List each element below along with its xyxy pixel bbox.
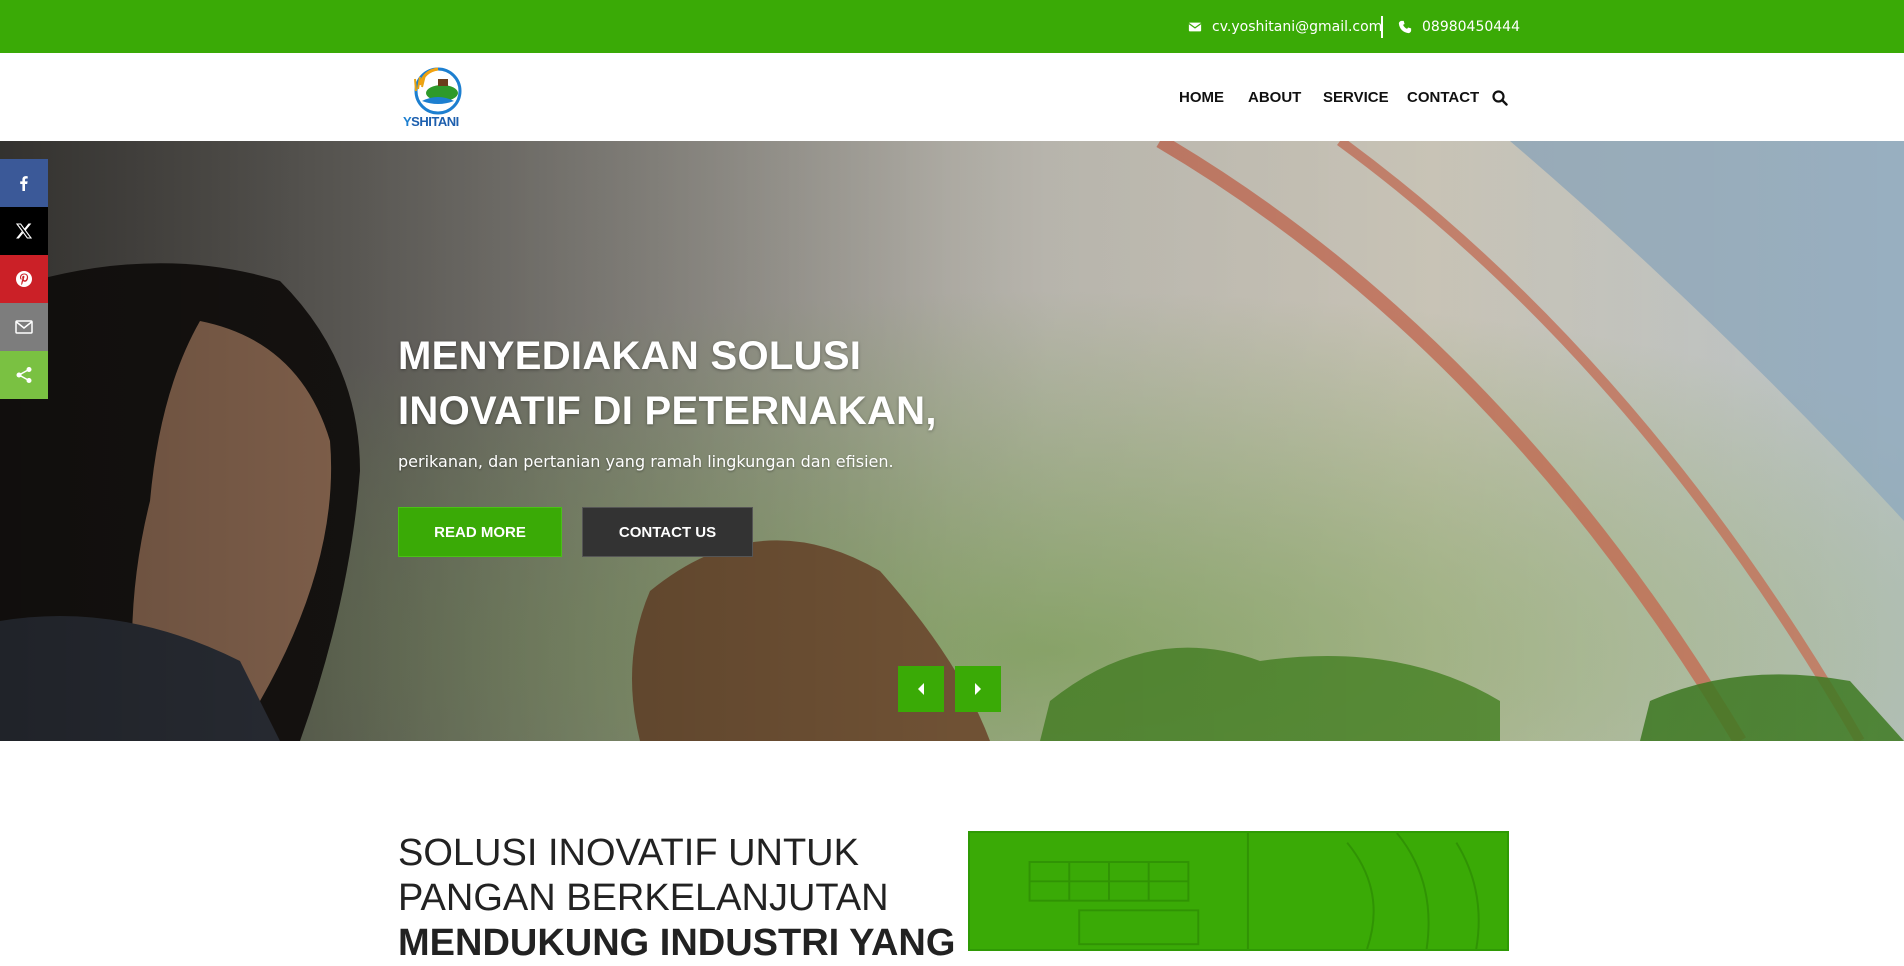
contact-us-button[interactable]: CONTACT US: [582, 507, 753, 557]
x-share-button[interactable]: [0, 207, 48, 255]
email-share-button[interactable]: [0, 303, 48, 351]
nav-service[interactable]: SERVICE: [1323, 89, 1389, 106]
hero-subtitle: perikanan, dan pertanian yang ramah ling…: [398, 452, 894, 471]
phone-icon: [1398, 20, 1412, 33]
hero-slider: MENYEDIAKAN SOLUSI INOVATIF DI PETERNAKA…: [0, 141, 1904, 741]
social-share-bar: [0, 159, 48, 399]
share-icon: [16, 367, 32, 383]
slider-prev-button[interactable]: [898, 666, 944, 712]
caret-right-icon: [975, 683, 981, 695]
hero-title: MENYEDIAKAN SOLUSI INOVATIF DI PETERNAKA…: [398, 329, 958, 439]
email-text[interactable]: cv.yoshitani@gmail.com: [1212, 19, 1382, 35]
topbar-divider: [1381, 16, 1383, 38]
logo-letter-y: Y: [403, 114, 412, 129]
email-icon: [15, 320, 33, 334]
email-contact[interactable]: cv.yoshitani@gmail.com: [1188, 0, 1382, 53]
search-icon[interactable]: [1492, 90, 1508, 106]
pinterest-share-button[interactable]: [0, 255, 48, 303]
intro-heading: SOLUSI INOVATIF UNTUK PANGAN BERKELANJUT…: [398, 831, 955, 966]
logo-wordmark: YSHITANI: [403, 114, 459, 129]
top-bar: cv.yoshitani@gmail.com 08980450444: [0, 0, 1904, 53]
intro-section: SOLUSI INOVATIF UNTUK PANGAN BERKELANJUT…: [0, 741, 1904, 964]
phone-text[interactable]: 08980450444: [1422, 19, 1520, 35]
site-header: YSHITANI HOME ABOUT SERVICE CONTACT: [0, 53, 1904, 141]
facebook-icon: [20, 176, 28, 191]
intro-heading-line-3: MENDUKUNG INDUSTRI YANG: [398, 922, 956, 964]
envelope-icon: [1188, 22, 1202, 31]
nav-contact[interactable]: CONTACT: [1407, 89, 1479, 106]
intro-heading-line-1: SOLUSI INOVATIF UNTUK: [398, 832, 859, 874]
more-share-button[interactable]: [0, 351, 48, 399]
x-twitter-icon: [16, 223, 32, 239]
read-more-button[interactable]: READ MORE: [398, 507, 562, 557]
nav-about[interactable]: ABOUT: [1248, 89, 1301, 106]
intro-image: [968, 831, 1509, 951]
hero-background-image: [0, 141, 1904, 741]
logo-letters-rest: SHITANI: [411, 114, 459, 129]
phone-contact[interactable]: 08980450444: [1398, 0, 1520, 53]
facebook-share-button[interactable]: [0, 159, 48, 207]
slider-next-button[interactable]: [955, 666, 1001, 712]
nav-home[interactable]: HOME: [1179, 89, 1224, 106]
caret-left-icon: [918, 683, 924, 695]
pinterest-icon: [16, 271, 32, 287]
hero-title-line-1: MENYEDIAKAN SOLUSI: [398, 334, 862, 378]
hero-title-line-2: INOVATIF DI PETERNAKAN,: [398, 389, 937, 433]
intro-heading-line-2: PANGAN BERKELANJUTAN: [398, 877, 889, 919]
